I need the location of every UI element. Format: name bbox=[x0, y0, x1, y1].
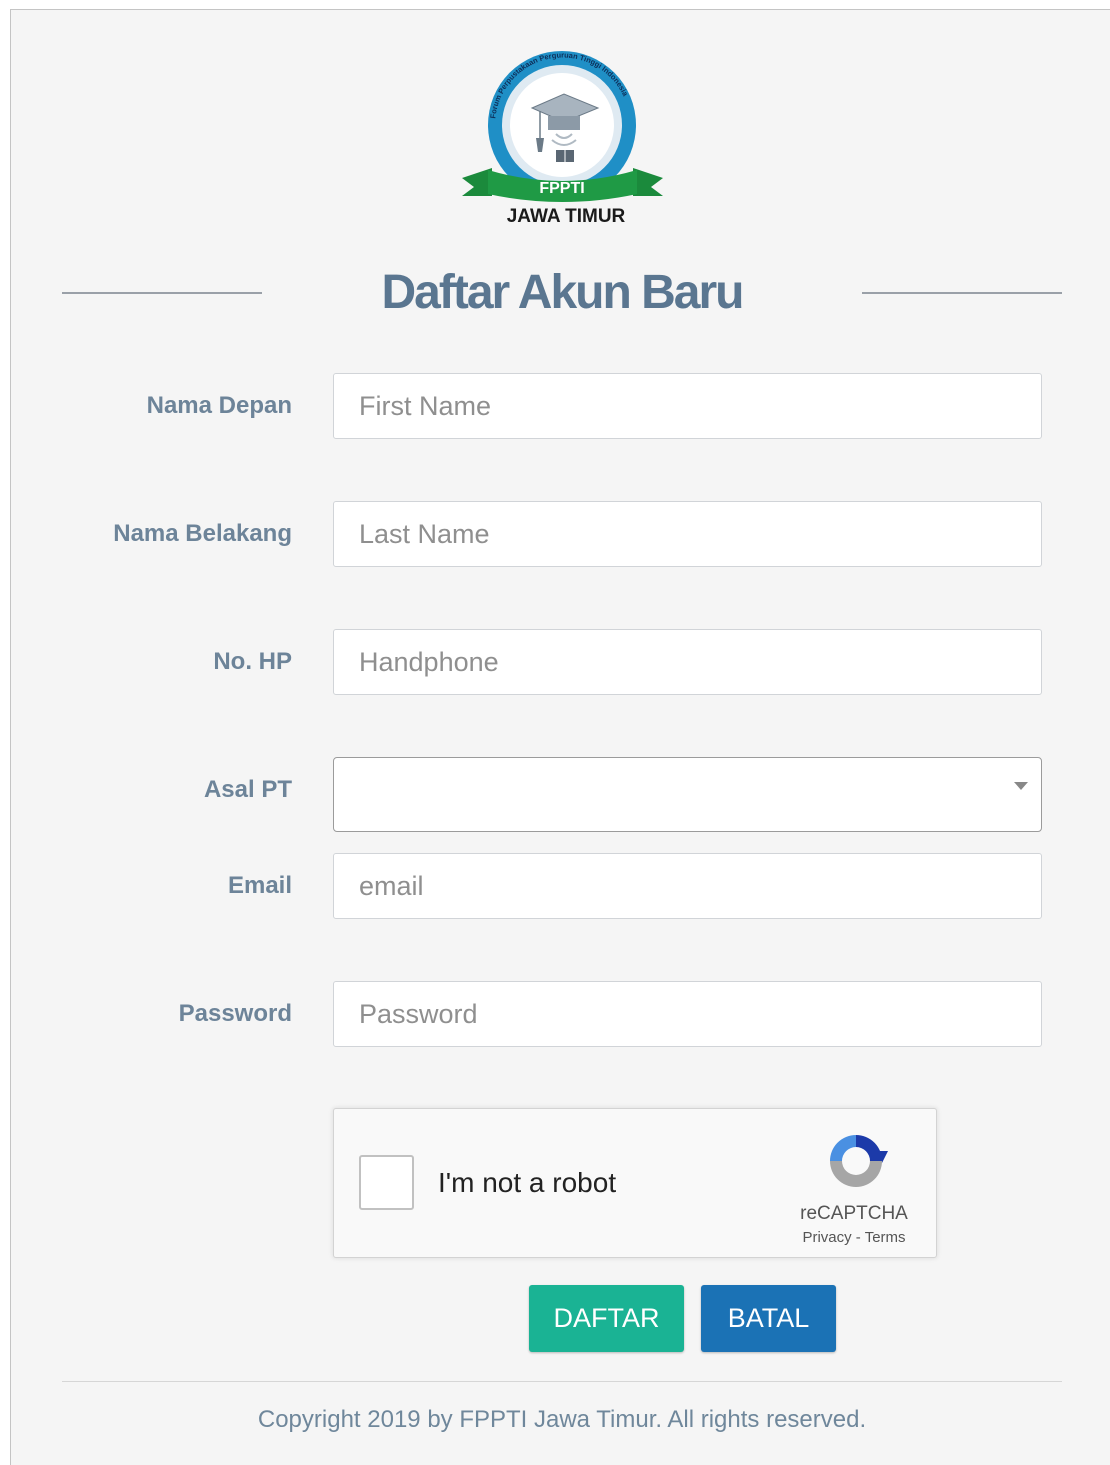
recaptcha-link-separator: - bbox=[851, 1229, 865, 1246]
logo-ribbon-text: FPPTI bbox=[539, 180, 584, 197]
email-label: Email bbox=[227, 872, 292, 899]
recaptcha-terms-link[interactable]: Terms bbox=[865, 1229, 906, 1246]
first-name-input[interactable] bbox=[333, 373, 1042, 439]
recaptcha-privacy-link[interactable]: Privacy bbox=[802, 1229, 851, 1246]
batal-button[interactable]: BATAL bbox=[701, 1285, 836, 1352]
last-name-label: Nama Belakang bbox=[113, 520, 292, 547]
institution-select[interactable] bbox=[333, 757, 1042, 832]
phone-label: No. HP bbox=[213, 648, 292, 675]
institution-label: Asal PT bbox=[203, 776, 292, 803]
chevron-down-icon bbox=[1014, 782, 1028, 790]
daftar-button[interactable]: DAFTAR bbox=[529, 1285, 684, 1352]
fppti-logo: Forum Perpustakaan Perguruan Tinggi Indo… bbox=[462, 50, 663, 227]
email-input[interactable] bbox=[333, 853, 1042, 919]
password-label: Password bbox=[178, 1000, 292, 1027]
recaptcha-widget: I'm not a robot reCAPTCHA Privacy - Term… bbox=[333, 1108, 937, 1258]
recaptcha-brand: reCAPTCHA bbox=[800, 1203, 908, 1224]
logo-region-text: JAWA TIMUR bbox=[507, 206, 626, 227]
recaptcha-icon bbox=[830, 1135, 888, 1187]
footer-copyright: Copyright 2019 by FPPTI Jawa Timur. All … bbox=[257, 1406, 867, 1433]
recaptcha-checkbox[interactable] bbox=[359, 1155, 414, 1210]
recaptcha-links: Privacy - Terms bbox=[774, 1229, 934, 1246]
password-input[interactable] bbox=[333, 981, 1042, 1047]
phone-input[interactable] bbox=[333, 629, 1042, 695]
title-divider-right bbox=[862, 292, 1062, 294]
first-name-label: Nama Depan bbox=[146, 392, 292, 419]
title-row: Daftar Akun Baru bbox=[62, 260, 1062, 326]
footer-divider bbox=[62, 1381, 1062, 1382]
last-name-input[interactable] bbox=[333, 501, 1042, 567]
recaptcha-label: I'm not a robot bbox=[438, 1167, 617, 1198]
